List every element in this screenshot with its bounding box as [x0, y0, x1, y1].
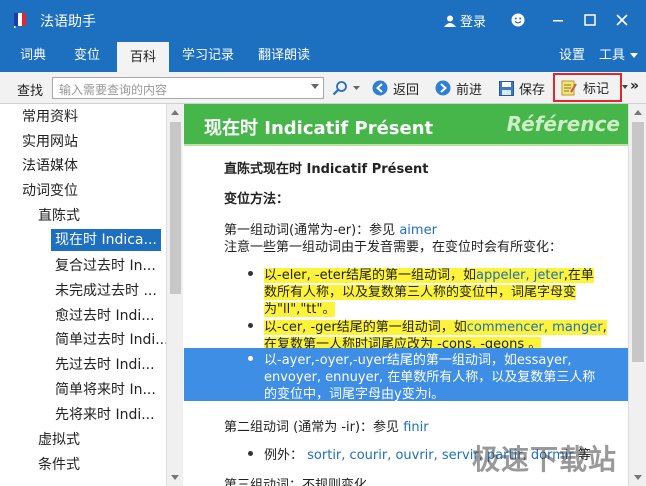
maximize-icon: [584, 14, 596, 26]
back-button[interactable]: 返回: [372, 77, 419, 99]
toolbar: 查找 输入需要查询的内容 返回 前进 保存 »: [0, 72, 646, 104]
method-heading: 变位方法：: [224, 192, 290, 207]
tree-item-passe-compose[interactable]: 复合过去时 In...: [55, 255, 156, 277]
scrollbar-thumb[interactable]: [170, 122, 181, 294]
app-title: 法语助手: [40, 14, 96, 30]
exceptions-label: 例外：: [264, 448, 304, 463]
sidebar-tree: 常用资料 实用网站 法语媒体 动词变位 直陈式 现在时 Indica... 复合…: [0, 104, 183, 486]
tree-item-subjunctive[interactable]: 虚拟式: [38, 429, 80, 451]
close-button[interactable]: [610, 8, 634, 32]
dropdown-arrow-icon[interactable]: [311, 84, 319, 89]
tab-dictionary[interactable]: 词典: [10, 40, 56, 72]
group1-note: 注意一些第一组动词由于发音需要，在变位时会有所变化：: [224, 240, 563, 255]
chevron-down-icon[interactable]: [630, 53, 638, 59]
banner-title: 现在时 Indicatif Présent: [204, 118, 434, 139]
mark-button[interactable]: 标记: [553, 73, 622, 102]
overflow-chevron-icon[interactable]: »: [630, 78, 639, 94]
save-icon: [499, 80, 514, 96]
bullet1-line3: 为"ll","tt"。: [264, 298, 336, 317]
tree-item-imparfait[interactable]: 未完成过去时 ...: [55, 280, 157, 302]
forward-arrow-icon: [435, 80, 451, 96]
bullet: [248, 451, 253, 456]
tree-item-passe-anterieur[interactable]: 先过去时 Indi...: [55, 354, 155, 376]
search-placeholder: 输入需要查询的内容: [59, 83, 168, 97]
bullet: [248, 323, 253, 328]
find-label: 查找: [17, 84, 44, 99]
bullet3-line3: 的变位中，词尾字母由y变为i。: [264, 387, 445, 402]
back-arrow-icon: [372, 80, 388, 96]
bullet: [248, 271, 253, 276]
bullet2-text-tail: ,: [602, 320, 607, 335]
article-heading: 直陈式现在时 Indicatif Présent: [224, 162, 429, 177]
tree-item-conditional[interactable]: 条件式: [38, 454, 80, 476]
tree-item-common-materials[interactable]: 常用资料: [22, 106, 78, 128]
title-bar: 法语助手 登录: [0, 0, 646, 40]
close-icon: [616, 14, 628, 26]
tree-item-useful-websites[interactable]: 实用网站: [22, 131, 78, 153]
banner-reference: Référence: [506, 112, 620, 136]
scrollbar-thumb[interactable]: [632, 122, 644, 362]
skin-button[interactable]: [506, 8, 530, 32]
tab-encyclopedia[interactable]: 百科: [117, 40, 169, 72]
forward-label: 前进: [456, 82, 483, 98]
tree-item-futur-anterieur[interactable]: 先将来时 Indi...: [55, 404, 155, 426]
minimize-button[interactable]: [546, 8, 570, 32]
scroll-down-icon[interactable]: [171, 475, 179, 480]
group2-text: 第二组动词 (通常为 -ir)：参见: [224, 420, 400, 435]
french-flag-icon: [14, 13, 26, 28]
search-icon: [332, 81, 347, 96]
settings-menu[interactable]: 设置: [554, 40, 590, 72]
tools-menu[interactable]: 工具: [596, 40, 628, 72]
tree-item-indicative[interactable]: 直陈式: [38, 205, 80, 227]
tree-item-passe-simple[interactable]: 简单过去时 Indi...: [55, 329, 169, 351]
scroll-up-icon[interactable]: [634, 110, 642, 115]
login-button[interactable]: 登录: [444, 11, 486, 30]
save-label: 保存: [519, 82, 546, 98]
scroll-up-icon[interactable]: [171, 110, 179, 115]
maximize-button[interactable]: [578, 8, 602, 32]
bullet1-text-3: 为"ll","tt"。: [264, 302, 336, 317]
bullet: [248, 356, 253, 361]
search-input[interactable]: 输入需要查询的内容: [52, 77, 324, 99]
forward-button[interactable]: 前进: [435, 77, 482, 99]
note-edit-icon: [561, 80, 577, 95]
tree-item-present-indicative[interactable]: 现在时 Indica...: [51, 229, 161, 251]
article-content: 现在时 Indicatif Présent Référence 直陈式现在时 I…: [184, 104, 628, 486]
scroll-down-icon[interactable]: [634, 475, 642, 480]
search-button[interactable]: [332, 77, 360, 99]
mark-label: 标记: [583, 82, 610, 97]
tab-conjugation[interactable]: 变位: [64, 40, 110, 72]
chevron-down-icon[interactable]: [622, 85, 628, 90]
content-scrollbar[interactable]: [628, 104, 646, 486]
tree-item-futur-simple[interactable]: 简单将来时 In...: [55, 379, 156, 401]
smiley-icon: [511, 13, 525, 27]
save-button[interactable]: 保存: [499, 77, 545, 99]
finir-link[interactable]: finir: [403, 420, 428, 435]
tree-item-verb-conjugation[interactable]: 动词变位: [22, 180, 78, 202]
back-label: 返回: [393, 82, 420, 98]
minimize-icon: [553, 20, 563, 22]
user-icon: [444, 15, 456, 27]
menu-bar: 词典 变位 百科 学习记录 翻译朗读 设置 工具: [0, 40, 646, 72]
group2-line: 第二组动词 (通常为 -ir)：参见 finir: [224, 416, 429, 435]
sidebar-scrollbar[interactable]: [166, 104, 183, 486]
tab-translate-read[interactable]: 翻译朗读: [252, 40, 316, 72]
tree-item-plus-que-parfait[interactable]: 愈过去时 Indi...: [55, 305, 155, 327]
tree-item-french-media[interactable]: 法语媒体: [22, 155, 78, 177]
group3-line: 第三组动词：不规则变化: [224, 478, 368, 486]
article-banner: 现在时 Indicatif Présent Référence: [184, 104, 628, 146]
tab-study-records[interactable]: 学习记录: [176, 40, 240, 72]
login-label: 登录: [460, 15, 487, 30]
watermark: 极速下载站: [472, 443, 618, 476]
chevron-down-icon: [353, 85, 360, 90]
